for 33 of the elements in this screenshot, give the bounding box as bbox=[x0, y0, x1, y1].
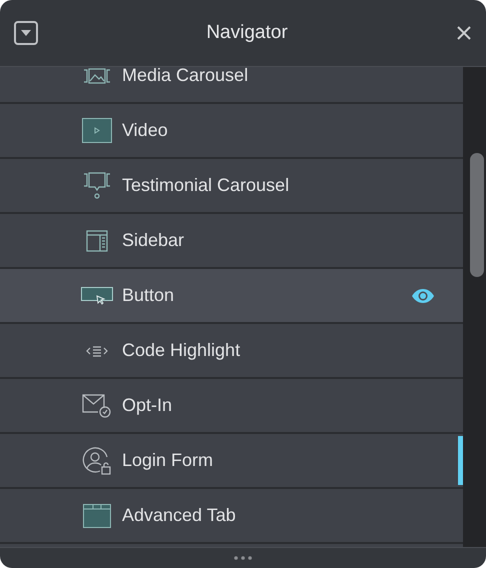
envelope-check-icon bbox=[82, 394, 112, 418]
item-label: Login Form bbox=[122, 450, 214, 471]
navigator-item[interactable]: Video bbox=[0, 104, 463, 157]
navigator-item[interactable]: Media Carousel bbox=[0, 67, 463, 102]
navigator-item[interactable]: Button bbox=[0, 269, 463, 322]
item-label: Advanced Tab bbox=[122, 505, 236, 526]
sidebar-layout-icon bbox=[86, 230, 108, 252]
item-label: Video bbox=[122, 120, 168, 141]
navigator-item[interactable]: Login Form bbox=[0, 434, 463, 487]
eye-icon[interactable] bbox=[411, 288, 435, 304]
navigator-item[interactable]: Testimonial Carousel bbox=[0, 159, 463, 212]
user-lock-icon bbox=[82, 446, 112, 476]
item-label: Media Carousel bbox=[122, 67, 248, 86]
item-label: Button bbox=[122, 285, 174, 306]
code-icon bbox=[86, 344, 108, 356]
cursor-button-icon bbox=[81, 286, 113, 304]
scrollbar-thumb[interactable] bbox=[470, 153, 484, 277]
collapse-button[interactable] bbox=[14, 21, 38, 45]
video-icon bbox=[82, 118, 112, 143]
navigator-item[interactable]: Code Highlight bbox=[0, 324, 463, 377]
image-carousel-icon bbox=[83, 68, 111, 84]
navigator-item[interactable]: Sidebar bbox=[0, 214, 463, 267]
item-label: Opt-In bbox=[122, 395, 172, 416]
item-label: Sidebar bbox=[122, 230, 184, 251]
close-button[interactable] bbox=[456, 25, 472, 41]
window-title: Navigator bbox=[206, 22, 288, 44]
item-label: Testimonial Carousel bbox=[122, 175, 290, 196]
speech-carousel-icon bbox=[83, 172, 111, 200]
tab-window-icon bbox=[83, 504, 111, 528]
navigator-item[interactable]: Advanced Tab bbox=[0, 489, 463, 542]
resize-handle-icon[interactable] bbox=[233, 556, 253, 560]
navigator-item[interactable]: Opt-In bbox=[0, 379, 463, 432]
item-label: Code Highlight bbox=[122, 340, 240, 361]
